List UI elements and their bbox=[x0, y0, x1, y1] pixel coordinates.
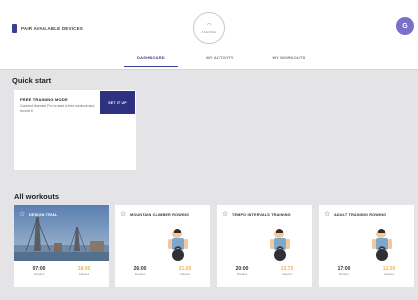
logo-mark-icon: ◠ bbox=[206, 22, 212, 29]
workout-name: ADULT TRAINING ROWING bbox=[334, 213, 387, 217]
logo-text: ASENSEI bbox=[201, 29, 217, 34]
quick-start-card: FREE TRAINING MODE Connect Asensei Pro t… bbox=[14, 90, 136, 170]
workout-duration: 20:00 Duration bbox=[227, 266, 257, 276]
bluetooth-icon bbox=[12, 23, 17, 33]
duration-label: Duration bbox=[236, 272, 248, 276]
device-status-label: PAIR AVAILABLE DEVICES bbox=[21, 25, 83, 31]
calories-label: Calories bbox=[78, 272, 90, 276]
quick-start-title: Quick start bbox=[12, 76, 52, 85]
main-tabs: DASHBOARD MY ACTIVITY MY WORKOUTS bbox=[120, 44, 320, 70]
favorite-star-icon[interactable]: ☆ bbox=[19, 211, 25, 218]
favorite-star-icon[interactable]: ☆ bbox=[222, 211, 228, 218]
duration-label: Duration bbox=[338, 272, 350, 276]
workout-name: MOUNTAIN CLIMBER ROWING bbox=[130, 213, 190, 217]
avatar[interactable]: G bbox=[396, 17, 414, 35]
tab-my-workouts[interactable]: MY WORKOUTS bbox=[258, 44, 320, 70]
workout-name: DESIGN TRIAL bbox=[29, 213, 58, 217]
calories-label: Calories bbox=[281, 272, 293, 276]
workout-calories: 12.72 Calories bbox=[272, 266, 302, 276]
tab-my-activity[interactable]: MY ACTIVITY bbox=[189, 44, 251, 70]
tab-label: MY ACTIVITY bbox=[206, 54, 234, 60]
duration-label: Duration bbox=[33, 272, 45, 276]
quick-start-card-title: FREE TRAINING MODE bbox=[20, 97, 68, 102]
favorite-star-icon[interactable]: ☆ bbox=[324, 211, 330, 218]
duration-label: Duration bbox=[134, 272, 146, 276]
kettlebell-illustration bbox=[168, 229, 188, 261]
workout-card[interactable]: ☆ TEMPO INTERVALS TRAINING 20:00 Duratio… bbox=[217, 205, 312, 287]
workout-name: TEMPO INTERVALS TRAINING bbox=[232, 213, 291, 217]
workout-duration: 17:00 Duration bbox=[329, 266, 359, 276]
workout-list: ☆ DESIGN TRIAL 07:00 Duration 18.00 Calo… bbox=[14, 205, 418, 287]
workout-duration: 26:00 Duration bbox=[125, 266, 155, 276]
kettlebell-illustration bbox=[372, 229, 392, 261]
app-header: PAIR AVAILABLE DEVICES ◠ ASENSEI G DASHB… bbox=[0, 0, 418, 70]
quick-start-card-description: Connect Asensei Pro to start a free work… bbox=[20, 104, 95, 113]
workout-card[interactable]: ☆ MOUNTAIN CLIMBER ROWING 26:00 Duration… bbox=[115, 205, 210, 287]
tab-label: MY WORKOUTS bbox=[272, 54, 306, 60]
tab-dashboard[interactable]: DASHBOARD bbox=[120, 44, 182, 70]
workout-calories: 12.00 Calories bbox=[374, 266, 404, 276]
all-workouts-title: All workouts bbox=[14, 192, 60, 201]
app-logo[interactable]: ◠ ASENSEI bbox=[193, 12, 225, 44]
device-status[interactable]: PAIR AVAILABLE DEVICES bbox=[12, 22, 83, 34]
kettlebell-illustration bbox=[270, 229, 290, 261]
workout-duration: 07:00 Duration bbox=[24, 266, 54, 276]
workout-calories: 18.00 Calories bbox=[69, 266, 99, 276]
workout-calories: 21.00 Calories bbox=[170, 266, 200, 276]
favorite-star-icon[interactable]: ☆ bbox=[120, 211, 126, 218]
tab-label: DASHBOARD bbox=[137, 54, 165, 60]
workout-card[interactable]: ☆ DESIGN TRIAL 07:00 Duration 18.00 Calo… bbox=[14, 205, 109, 287]
workout-card[interactable]: ☆ ADULT TRAINING ROWING 17:00 Duration 1… bbox=[319, 205, 414, 287]
calories-label: Calories bbox=[383, 272, 395, 276]
calories-label: Calories bbox=[179, 272, 191, 276]
set-it-up-button[interactable]: SET IT UP bbox=[100, 91, 135, 114]
avatar-initial: G bbox=[402, 22, 408, 30]
